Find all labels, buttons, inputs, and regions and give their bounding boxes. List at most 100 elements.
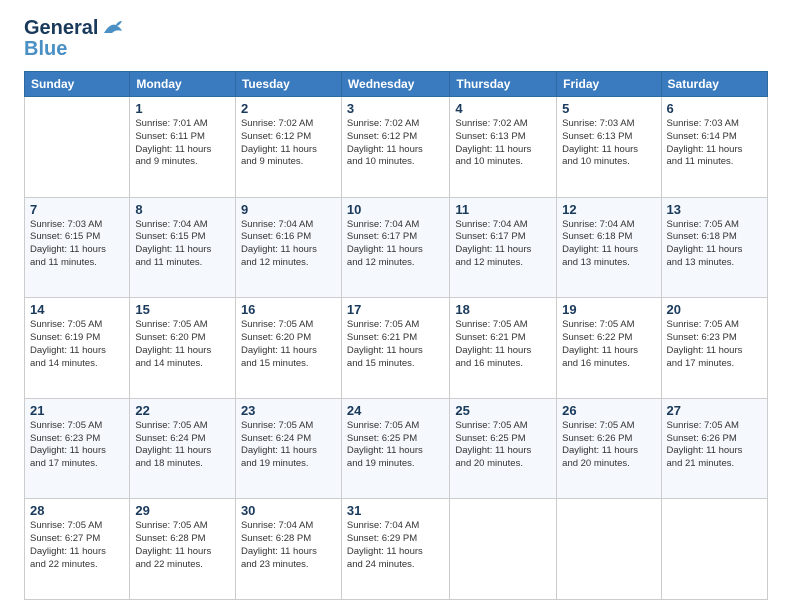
day-cell: 12Sunrise: 7:04 AMSunset: 6:18 PMDayligh…: [557, 197, 661, 298]
header: General Blue: [24, 18, 768, 61]
header-sunday: Sunday: [25, 72, 130, 97]
day-number: 20: [667, 302, 762, 317]
day-info: Sunrise: 7:02 AMSunset: 6:12 PMDaylight:…: [241, 118, 336, 169]
day-cell: [450, 499, 557, 600]
day-number: 25: [455, 403, 551, 418]
calendar-table: Sunday Monday Tuesday Wednesday Thursday…: [24, 71, 768, 600]
logo-general: General: [24, 18, 98, 38]
day-number: 10: [347, 202, 444, 217]
day-cell: 19Sunrise: 7:05 AMSunset: 6:22 PMDayligh…: [557, 298, 661, 399]
day-cell: 25 Sunrise: 7:05 AMSunset: 6:25 PMDayligh…: [450, 398, 557, 499]
day-cell: 14Sunrise: 7:05 AMSunset: 6:19 PMDayligh…: [25, 298, 130, 399]
day-info: Sunrise: 7:03 AMSunset: 6:13 PMDaylight:…: [562, 118, 655, 169]
day-number: 8: [135, 202, 230, 217]
day-cell: 3 Sunrise: 7:02 AMSunset: 6:12 PMDaylight…: [341, 97, 449, 198]
header-saturday: Saturday: [661, 72, 767, 97]
header-wednesday: Wednesday: [341, 72, 449, 97]
day-info: Sunrise: 7:04 AMSunset: 6:28 PMDaylight:…: [241, 520, 336, 571]
day-number: 30: [241, 503, 336, 518]
day-info: Sunrise: 7:04 AMSunset: 6:15 PMDaylight:…: [135, 219, 230, 270]
header-friday: Friday: [557, 72, 661, 97]
week-row-4: 21 Sunrise: 7:05 AMSunset: 6:23 PMDayligh…: [25, 398, 768, 499]
day-cell: 4 Sunrise: 7:02 AMSunset: 6:13 PMDaylight…: [450, 97, 557, 198]
day-number: 29: [135, 503, 230, 518]
day-number: 6: [667, 101, 762, 116]
day-number: 24: [347, 403, 444, 418]
day-info: Sunrise: 7:05 AMSunset: 6:28 PMDaylight:…: [135, 520, 230, 571]
day-cell: 26Sunrise: 7:05 AMSunset: 6:26 PMDayligh…: [557, 398, 661, 499]
day-info: Sunrise: 7:05 AMSunset: 6:25 PMDaylight:…: [455, 420, 551, 471]
day-cell: 2 Sunrise: 7:02 AMSunset: 6:12 PMDaylight…: [235, 97, 341, 198]
day-number: 22: [135, 403, 230, 418]
page: General Blue Sunday Monday Tuesday Wedne…: [0, 0, 792, 612]
header-tuesday: Tuesday: [235, 72, 341, 97]
day-cell: 24 Sunrise: 7:05 AMSunset: 6:25 PMDayligh…: [341, 398, 449, 499]
day-cell: 10 Sunrise: 7:04 AMSunset: 6:17 PMDayligh…: [341, 197, 449, 298]
logo-bird-icon: [102, 19, 124, 37]
day-cell: [25, 97, 130, 198]
weekday-header-row: Sunday Monday Tuesday Wednesday Thursday…: [25, 72, 768, 97]
week-row-5: 28 Sunrise: 7:05 AMSunset: 6:27 PMDayligh…: [25, 499, 768, 600]
day-number: 7: [30, 202, 124, 217]
day-number: 17: [347, 302, 444, 317]
day-number: 15: [135, 302, 230, 317]
day-number: 16: [241, 302, 336, 317]
day-info: Sunrise: 7:03 AMSunset: 6:14 PMDaylight:…: [667, 118, 762, 169]
day-cell: 7 Sunrise: 7:03 AMSunset: 6:15 PMDaylight…: [25, 197, 130, 298]
day-number: 28: [30, 503, 124, 518]
day-info: Sunrise: 7:04 AMSunset: 6:17 PMDaylight:…: [347, 219, 444, 270]
day-cell: 11 Sunrise: 7:04 AMSunset: 6:17 PMDayligh…: [450, 197, 557, 298]
day-cell: 28 Sunrise: 7:05 AMSunset: 6:27 PMDayligh…: [25, 499, 130, 600]
day-cell: 13 Sunrise: 7:05 AMSunset: 6:18 PMDayligh…: [661, 197, 767, 298]
day-cell: 22 Sunrise: 7:05 AMSunset: 6:24 PMDayligh…: [130, 398, 236, 499]
day-cell: 30 Sunrise: 7:04 AMSunset: 6:28 PMDayligh…: [235, 499, 341, 600]
day-number: 2: [241, 101, 336, 116]
day-info: Sunrise: 7:04 AMSunset: 6:17 PMDaylight:…: [455, 219, 551, 270]
day-cell: 31 Sunrise: 7:04 AMSunset: 6:29 PMDayligh…: [341, 499, 449, 600]
day-info: Sunrise: 7:05 AMSunset: 6:20 PMDaylight:…: [241, 319, 336, 370]
day-cell: [557, 499, 661, 600]
day-cell: 21 Sunrise: 7:05 AMSunset: 6:23 PMDayligh…: [25, 398, 130, 499]
day-info: Sunrise: 7:05 AMSunset: 6:24 PMDaylight:…: [135, 420, 230, 471]
day-info: Sunrise: 7:05 AMSunset: 6:27 PMDaylight:…: [30, 520, 124, 571]
day-info: Sunrise: 7:05 AMSunset: 6:23 PMDaylight:…: [667, 319, 762, 370]
day-cell: 20 Sunrise: 7:05 AMSunset: 6:23 PMDayligh…: [661, 298, 767, 399]
week-row-2: 7 Sunrise: 7:03 AMSunset: 6:15 PMDaylight…: [25, 197, 768, 298]
day-cell: [661, 499, 767, 600]
logo-blue: Blue: [24, 38, 67, 61]
day-cell: 8 Sunrise: 7:04 AMSunset: 6:15 PMDaylight…: [130, 197, 236, 298]
day-cell: 27Sunrise: 7:05 AMSunset: 6:26 PMDayligh…: [661, 398, 767, 499]
day-info: Sunrise: 7:05 AMSunset: 6:18 PMDaylight:…: [667, 219, 762, 270]
header-monday: Monday: [130, 72, 236, 97]
day-info: Sunrise: 7:05 AMSunset: 6:21 PMDaylight:…: [455, 319, 551, 370]
logo: General Blue: [24, 18, 124, 61]
day-info: Sunrise: 7:05 AMSunset: 6:20 PMDaylight:…: [135, 319, 230, 370]
day-info: Sunrise: 7:02 AMSunset: 6:12 PMDaylight:…: [347, 118, 444, 169]
day-number: 27: [667, 403, 762, 418]
week-row-1: 1Sunrise: 7:01 AMSunset: 6:11 PMDaylight…: [25, 97, 768, 198]
day-info: Sunrise: 7:05 AMSunset: 6:26 PMDaylight:…: [562, 420, 655, 471]
day-info: Sunrise: 7:05 AMSunset: 6:22 PMDaylight:…: [562, 319, 655, 370]
day-number: 18: [455, 302, 551, 317]
day-number: 12: [562, 202, 655, 217]
day-cell: 23Sunrise: 7:05 AMSunset: 6:24 PMDayligh…: [235, 398, 341, 499]
header-thursday: Thursday: [450, 72, 557, 97]
week-row-3: 14Sunrise: 7:05 AMSunset: 6:19 PMDayligh…: [25, 298, 768, 399]
day-cell: 16 Sunrise: 7:05 AMSunset: 6:20 PMDayligh…: [235, 298, 341, 399]
day-number: 11: [455, 202, 551, 217]
day-info: Sunrise: 7:05 AMSunset: 6:25 PMDaylight:…: [347, 420, 444, 471]
day-number: 13: [667, 202, 762, 217]
day-number: 3: [347, 101, 444, 116]
day-number: 4: [455, 101, 551, 116]
day-cell: 6 Sunrise: 7:03 AMSunset: 6:14 PMDaylight…: [661, 97, 767, 198]
day-info: Sunrise: 7:05 AMSunset: 6:23 PMDaylight:…: [30, 420, 124, 471]
day-info: Sunrise: 7:03 AMSunset: 6:15 PMDaylight:…: [30, 219, 124, 270]
day-info: Sunrise: 7:02 AMSunset: 6:13 PMDaylight:…: [455, 118, 551, 169]
day-number: 21: [30, 403, 124, 418]
day-number: 31: [347, 503, 444, 518]
day-number: 14: [30, 302, 124, 317]
day-cell: 15 Sunrise: 7:05 AMSunset: 6:20 PMDayligh…: [130, 298, 236, 399]
day-info: Sunrise: 7:04 AMSunset: 6:29 PMDaylight:…: [347, 520, 444, 571]
day-cell: 18 Sunrise: 7:05 AMSunset: 6:21 PMDayligh…: [450, 298, 557, 399]
day-cell: 9Sunrise: 7:04 AMSunset: 6:16 PMDaylight…: [235, 197, 341, 298]
